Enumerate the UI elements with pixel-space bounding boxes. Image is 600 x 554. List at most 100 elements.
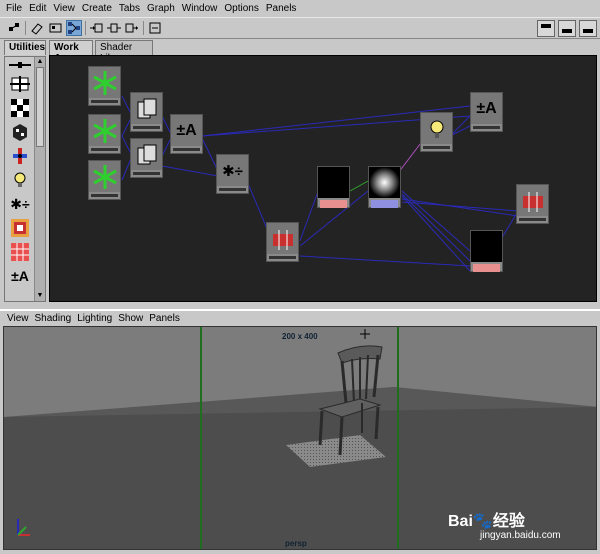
node-label: [269, 256, 296, 259]
watermark-url: jingyan.baidu.com: [480, 530, 561, 541]
node-label: [91, 194, 118, 197]
tab-shader-library[interactable]: Shader Library: [95, 40, 153, 64]
plus-minus-average-icon[interactable]: ±A: [9, 265, 31, 287]
shader-swatch: [318, 167, 349, 198]
menu-shading[interactable]: Shading: [35, 313, 72, 324]
graph-node-shader-black-2[interactable]: [470, 230, 503, 272]
camera-name-label: persp: [285, 539, 307, 548]
multiply-divide-icon: ✱÷: [217, 155, 248, 186]
node-label: [423, 146, 450, 149]
clear-graph-icon[interactable]: [147, 20, 163, 36]
graph-node-bump-1[interactable]: [88, 66, 121, 106]
plus-minus-icon: ±A: [171, 115, 202, 146]
tab-work-area[interactable]: Work Area: [49, 40, 93, 64]
toolbar-separator: [25, 21, 26, 35]
shader-swatch: [471, 231, 502, 262]
node-label: [320, 200, 347, 208]
place3d-texture-icon[interactable]: [9, 121, 31, 143]
graph-node-light-info[interactable]: [420, 112, 453, 152]
shader-swatch: [369, 167, 400, 198]
menu-create[interactable]: Create: [82, 3, 112, 14]
node-label: [519, 218, 546, 221]
projection-icon[interactable]: [9, 217, 31, 239]
input-output-connections-icon[interactable]: [106, 20, 122, 36]
graph-node-place2d-1[interactable]: [130, 92, 163, 132]
eraser-icon[interactable]: [29, 20, 45, 36]
toolbar-separator: [143, 21, 144, 35]
tab-row: Utilities Work Area Shader Library: [0, 39, 600, 64]
menu-options[interactable]: Options: [224, 3, 258, 14]
plus-minus-icon: ±A: [471, 93, 502, 124]
bump-icon: [89, 161, 120, 192]
place2d-icon: [131, 93, 162, 124]
graph-node-plus-minus-1[interactable]: ±A: [170, 114, 203, 154]
node-label: [173, 148, 200, 151]
graph-node-place2d-2[interactable]: [130, 138, 163, 178]
checker-icon[interactable]: [9, 97, 31, 119]
node-label: [473, 126, 500, 129]
watermark-brand-suffix: 经验: [492, 513, 525, 530]
watermark-brand: Bai🐾经验: [448, 507, 525, 531]
menu-view[interactable]: View: [53, 3, 75, 14]
node-label: [473, 264, 500, 272]
node-label: [133, 126, 160, 129]
ramp-grid-icon[interactable]: [9, 241, 31, 263]
node-label: [91, 148, 118, 151]
input-connections-icon[interactable]: [88, 20, 104, 36]
menu-graph[interactable]: Graph: [147, 3, 175, 14]
menu-view[interactable]: View: [7, 313, 29, 324]
perspective-viewport[interactable]: 200 x 400 persp Bai🐾经验 jingyan.baidu.com: [3, 326, 597, 550]
menu-panels[interactable]: Panels: [266, 3, 297, 14]
resolution-gate-label: 200 x 400: [282, 332, 318, 341]
graph-node-shader-glow[interactable]: [368, 166, 401, 208]
graph-node-shader-black-1[interactable]: [317, 166, 350, 208]
light-info-icon[interactable]: [9, 145, 31, 167]
ramp-icon: [267, 223, 298, 254]
toolbar-separator: [85, 21, 86, 35]
hypershade-toolbar: [0, 17, 600, 39]
layout-top-icon[interactable]: [537, 20, 555, 37]
menu-edit[interactable]: Edit: [29, 3, 46, 14]
graph-node-ramp-1[interactable]: [266, 222, 299, 262]
lightbulb-icon: [421, 113, 452, 144]
node-label: [219, 188, 246, 191]
scroll-thumb[interactable]: [36, 67, 44, 147]
place2d-icon: [131, 139, 162, 170]
viewport-menu-bar: View Shading Lighting Show Panels: [0, 309, 600, 326]
graph-node-bump-3[interactable]: [88, 160, 121, 200]
work-area-graph[interactable]: ±A ±A ✱÷: [49, 55, 597, 302]
graph-selected-icon[interactable]: [6, 20, 22, 36]
watermark-brand-text: Bai: [448, 513, 473, 530]
scroll-up-icon[interactable]: ▲: [36, 58, 44, 66]
divider-icon: [9, 59, 31, 71]
node-label: [133, 172, 160, 175]
scroll-down-icon[interactable]: ▼: [36, 292, 44, 300]
utilities-scrollbar[interactable]: ▲ ▼: [34, 57, 45, 301]
tab-utilities[interactable]: Utilities: [4, 40, 46, 55]
menu-lighting[interactable]: Lighting: [77, 313, 112, 324]
utilities-panel: ✱÷ ±A ▲ ▼: [4, 56, 46, 302]
ramp-icon: [517, 185, 548, 216]
graph-node-ramp-2[interactable]: [516, 184, 549, 224]
lightbulb-icon[interactable]: [9, 169, 31, 191]
graph-node-multiply-divide[interactable]: ✱÷: [216, 154, 249, 194]
bump-icon: [89, 115, 120, 146]
multiply-divide-icon[interactable]: ✱÷: [9, 193, 31, 215]
node-label: [371, 200, 398, 208]
menu-show[interactable]: Show: [118, 313, 143, 324]
layout-full-icon[interactable]: [579, 20, 597, 37]
menu-window[interactable]: Window: [182, 3, 218, 14]
layout-bottom-icon[interactable]: [558, 20, 576, 37]
swatch-icon[interactable]: [48, 20, 64, 36]
output-connections-icon[interactable]: [124, 20, 140, 36]
place2d-texture-icon[interactable]: [9, 73, 31, 95]
graph-node-plus-minus-2[interactable]: ±A: [470, 92, 503, 132]
graph-network-icon[interactable]: [66, 20, 82, 36]
graph-node-bump-2[interactable]: [88, 114, 121, 154]
menu-tabs[interactable]: Tabs: [119, 3, 140, 14]
menu-file[interactable]: File: [6, 3, 22, 14]
watermark-paw-icon: 🐾: [472, 513, 493, 530]
menu-panels[interactable]: Panels: [149, 313, 180, 324]
bump-icon: [89, 67, 120, 98]
menu-bar: File Edit View Create Tabs Graph Window …: [0, 0, 600, 17]
